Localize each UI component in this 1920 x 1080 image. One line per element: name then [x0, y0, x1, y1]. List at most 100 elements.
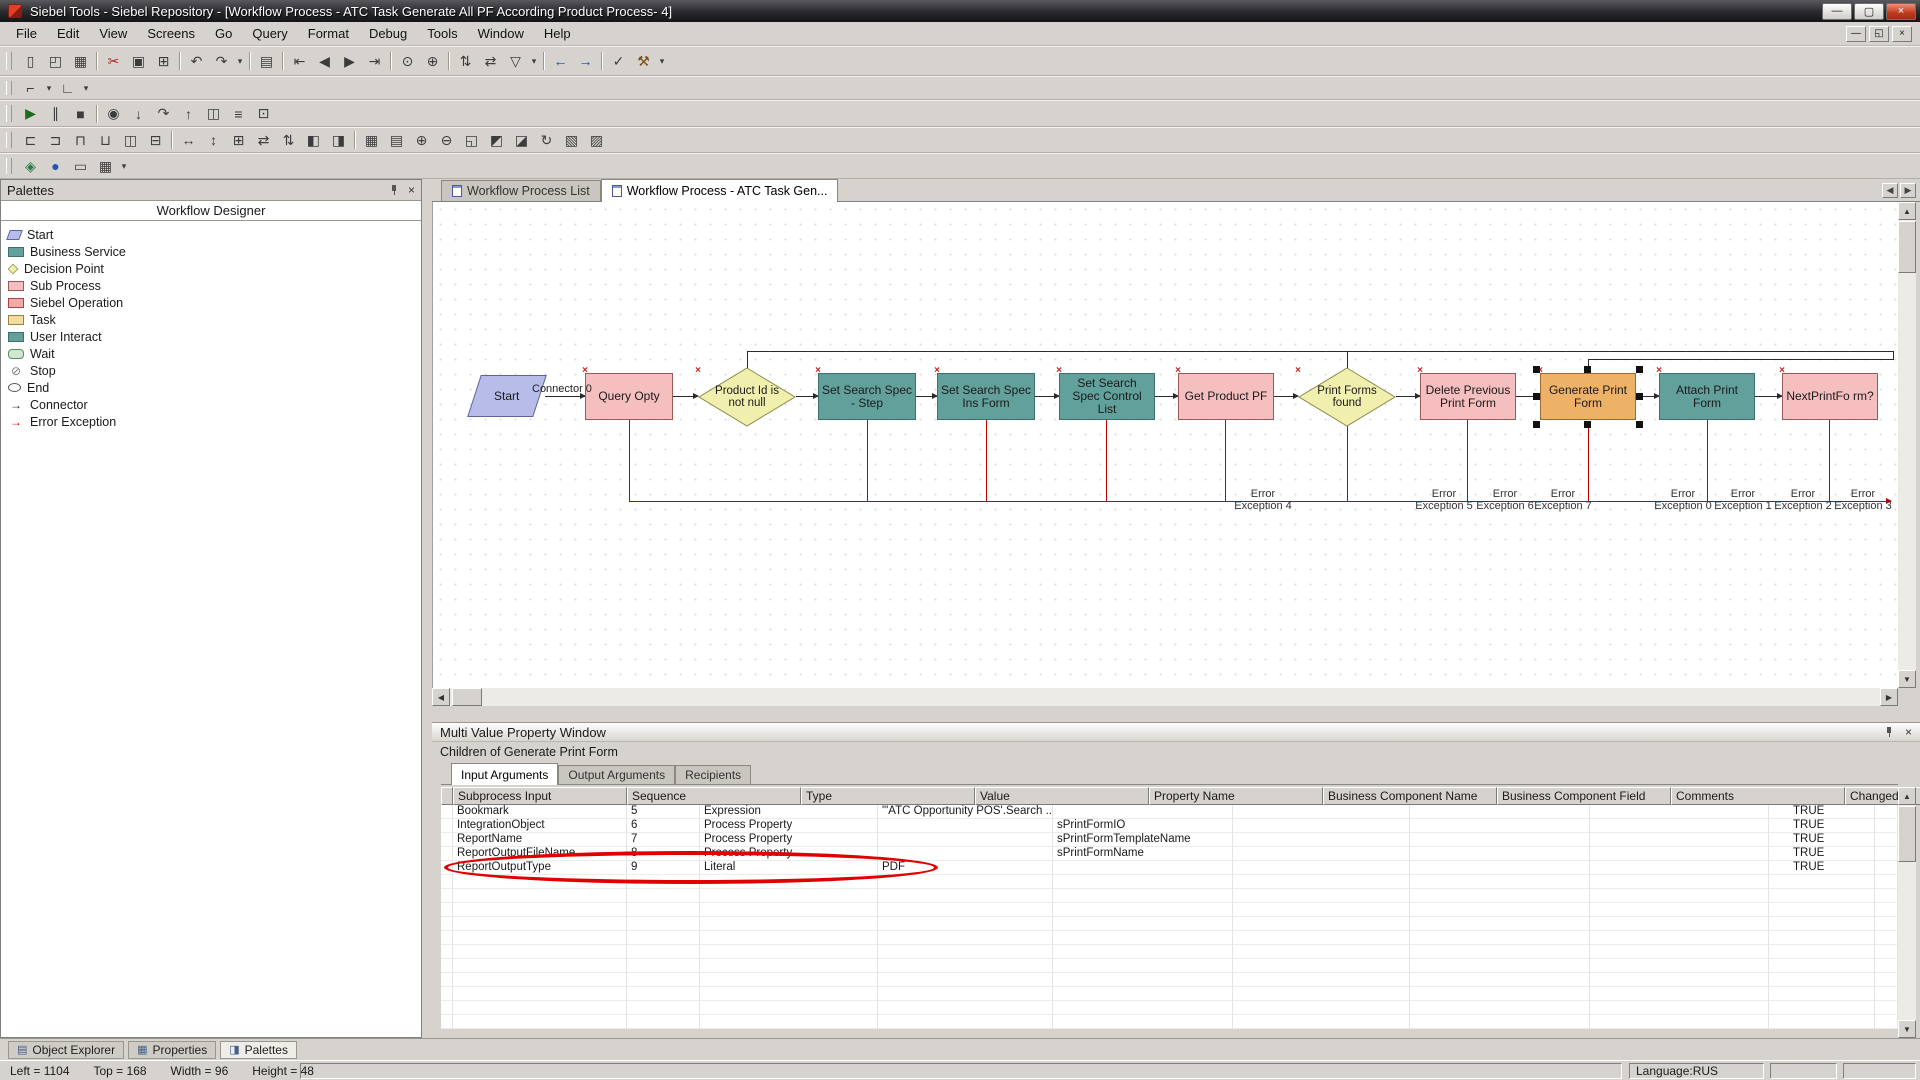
- cell-business-component-field[interactable]: [1410, 875, 1590, 889]
- align-center-button[interactable]: ◫: [118, 129, 143, 151]
- same-width-button[interactable]: ↔: [176, 129, 201, 151]
- first-record-button[interactable]: ⇤: [287, 50, 312, 72]
- cell-property-name[interactable]: [1053, 973, 1233, 987]
- cell-changed[interactable]: TRUE: [1769, 805, 1875, 819]
- cell-comments[interactable]: [1590, 1001, 1769, 1015]
- cell-subprocess-input[interactable]: Bookmark: [453, 805, 627, 819]
- cell-subprocess-input[interactable]: [453, 987, 627, 1001]
- flip-horizontal-button[interactable]: ◩: [484, 129, 509, 151]
- menu-item[interactable]: Edit: [47, 23, 89, 44]
- workflow-node-query-opty[interactable]: Query Opty: [585, 373, 673, 420]
- table-row[interactable]: Bookmark 5 Expression "'ATC Opportunity …: [441, 805, 1898, 819]
- tab-object-explorer[interactable]: ▤ Object Explorer: [8, 1041, 124, 1059]
- save-button[interactable]: ▦: [68, 50, 93, 72]
- cell-business-component-field[interactable]: [1410, 917, 1590, 931]
- workflow-node-set-search-spec-control-list[interactable]: Set Search Spec Control List: [1059, 373, 1155, 420]
- tab-scroll-left-icon[interactable]: ◀: [1882, 183, 1898, 198]
- cell-changed[interactable]: [1769, 875, 1875, 889]
- column-header[interactable]: Business Component Field: [1497, 787, 1671, 805]
- error-exception-label[interactable]: ErrorException 4: [1221, 489, 1305, 512]
- scroll-up-icon[interactable]: ▲: [1898, 202, 1916, 220]
- cell-type[interactable]: Literal: [700, 861, 878, 875]
- cell-sequence[interactable]: [627, 875, 700, 889]
- cell-property-name[interactable]: [1053, 861, 1233, 875]
- cell-property-name[interactable]: [1053, 805, 1233, 819]
- space-down-button[interactable]: ⇅: [276, 129, 301, 151]
- cell-value[interactable]: [878, 819, 1053, 833]
- inspect-button[interactable]: ⊡: [251, 103, 276, 125]
- cell-comments[interactable]: [1590, 945, 1769, 959]
- menu-item[interactable]: View: [89, 23, 137, 44]
- cell-comments[interactable]: [1590, 987, 1769, 1001]
- cell-property-name[interactable]: [1053, 1001, 1233, 1015]
- column-header[interactable]: Property Name: [1149, 787, 1323, 805]
- cell-property-name[interactable]: [1053, 987, 1233, 1001]
- tab-workflow-process-list[interactable]: Workflow Process List: [441, 180, 601, 201]
- cell-changed[interactable]: [1769, 945, 1875, 959]
- connector-line[interactable]: [796, 396, 818, 397]
- cell-sequence[interactable]: 7: [627, 833, 700, 847]
- undo-dropdown-arrow[interactable]: ▾: [234, 50, 246, 72]
- cell-type[interactable]: [700, 917, 878, 931]
- connector-line[interactable]: [1274, 396, 1298, 397]
- cell-comments[interactable]: [1590, 973, 1769, 987]
- cell-business-component-name[interactable]: [1233, 959, 1410, 973]
- zoom-in-button[interactable]: ⊕: [409, 129, 434, 151]
- cell-business-component-name[interactable]: [1233, 945, 1410, 959]
- menu-item[interactable]: Query: [242, 23, 297, 44]
- cell-business-component-field[interactable]: [1410, 819, 1590, 833]
- cell-changed[interactable]: TRUE: [1769, 861, 1875, 875]
- cell-changed[interactable]: [1769, 889, 1875, 903]
- cell-type[interactable]: [700, 931, 878, 945]
- cell-sequence[interactable]: [627, 945, 700, 959]
- undo-button[interactable]: ↶: [184, 50, 209, 72]
- cell-subprocess-input[interactable]: [453, 945, 627, 959]
- table-row[interactable]: [441, 903, 1898, 917]
- workflow-node-attach-print-form[interactable]: Attach Print Form: [1659, 373, 1755, 420]
- cell-business-component-name[interactable]: [1233, 903, 1410, 917]
- connector-line[interactable]: [1516, 396, 1540, 397]
- cell-value[interactable]: [878, 847, 1053, 861]
- run-button[interactable]: ▶: [18, 103, 43, 125]
- workflow-node-set-search-spec-ins-form[interactable]: Set Search Spec Ins Form: [937, 373, 1035, 420]
- calls-window-button[interactable]: ≡: [226, 103, 251, 125]
- table-row[interactable]: [441, 931, 1898, 945]
- cell-subprocess-input[interactable]: [453, 973, 627, 987]
- table-row[interactable]: [441, 875, 1898, 889]
- cell-business-component-field[interactable]: [1410, 805, 1590, 819]
- cell-value[interactable]: [878, 875, 1053, 889]
- column-header[interactable]: Comments: [1671, 787, 1845, 805]
- cell-property-name[interactable]: [1053, 959, 1233, 973]
- palette-item-stop[interactable]: ⊘Stop: [5, 362, 417, 379]
- next-record-button[interactable]: ▶: [337, 50, 362, 72]
- palette-item-connector[interactable]: →Connector: [5, 396, 417, 413]
- cell-value[interactable]: [878, 959, 1053, 973]
- fit-to-window-button[interactable]: ◱: [459, 129, 484, 151]
- cell-business-component-field[interactable]: [1410, 861, 1590, 875]
- new-button[interactable]: ▯: [18, 50, 43, 72]
- table-row[interactable]: [441, 1015, 1898, 1029]
- cell-changed[interactable]: [1769, 917, 1875, 931]
- palette-item-siebel-operation[interactable]: Siebel Operation: [5, 294, 417, 311]
- table-row[interactable]: ReportName 7 Process Property sPrintForm…: [441, 833, 1898, 847]
- connector-line[interactable]: [916, 396, 937, 397]
- connector-line[interactable]: [1755, 396, 1782, 397]
- step-over-button[interactable]: ↷: [151, 103, 176, 125]
- cell-business-component-field[interactable]: [1410, 903, 1590, 917]
- error-exception-label[interactable]: ErrorException 7: [1521, 489, 1605, 512]
- cell-value[interactable]: [878, 987, 1053, 1001]
- cell-property-name[interactable]: sPrintFormIO: [1053, 819, 1233, 833]
- redo-button[interactable]: ↷: [209, 50, 234, 72]
- cell-business-component-name[interactable]: [1233, 805, 1410, 819]
- space-across-button[interactable]: ⇄: [251, 129, 276, 151]
- cell-business-component-name[interactable]: [1233, 1001, 1410, 1015]
- cell-business-component-field[interactable]: [1410, 833, 1590, 847]
- connector-line[interactable]: [673, 396, 698, 397]
- tab-input-arguments[interactable]: Input Arguments: [451, 763, 558, 785]
- cell-subprocess-input[interactable]: IntegrationObject: [453, 819, 627, 833]
- paste-button[interactable]: ⊞: [151, 50, 176, 72]
- cell-business-component-field[interactable]: [1410, 959, 1590, 973]
- cell-business-component-name[interactable]: [1233, 833, 1410, 847]
- palette-item-user-interact[interactable]: User Interact: [5, 328, 417, 345]
- cell-business-component-name[interactable]: [1233, 819, 1410, 833]
